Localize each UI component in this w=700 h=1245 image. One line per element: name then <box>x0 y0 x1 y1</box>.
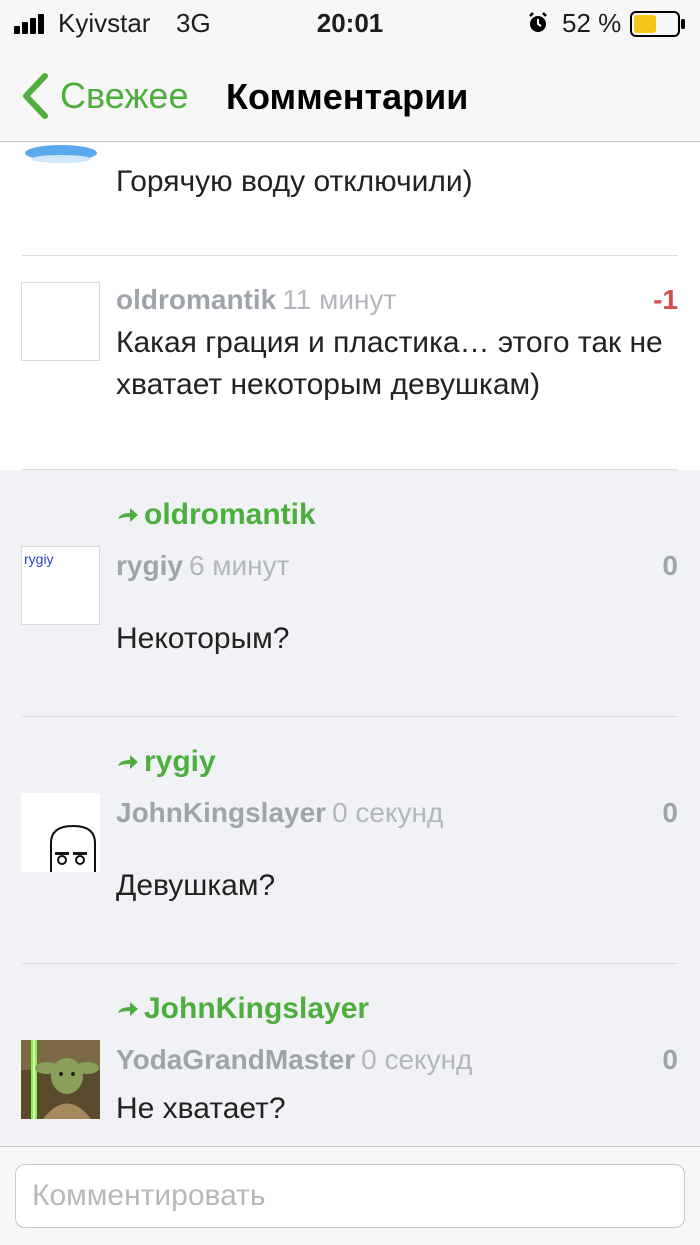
comment-time: 0 секунд <box>361 1044 473 1075</box>
comment-meta: oldromantik 11 минут <box>116 284 396 316</box>
meme-face-avatar-icon[interactable] <box>21 793 100 872</box>
reply-to-link[interactable]: rygiy <box>116 745 216 779</box>
comment-text: Какая грация и пластика… этого так не хв… <box>116 326 663 401</box>
comment-author[interactable]: oldromantik <box>116 284 276 315</box>
comment-item: rygiy JohnKingslayer 0 секунд 0 Девушкам? <box>0 717 700 964</box>
comment-score: 0 <box>662 1044 678 1075</box>
alarm-icon <box>529 12 547 32</box>
comment-time: 0 секунд <box>332 797 444 828</box>
comment-author[interactable]: rygiy <box>116 550 183 581</box>
comment-score: 0 <box>662 797 678 828</box>
comment-meta: rygiy 6 минут <box>116 550 289 582</box>
reply-arrow-icon <box>118 1002 138 1016</box>
comment-score: 0 <box>662 550 678 581</box>
comment-meta: YodaGrandMaster 0 секунд <box>116 1044 472 1076</box>
page-title: Комментарии <box>226 76 469 117</box>
battery-percentage: 52 % <box>562 8 622 38</box>
comment-score: -1 <box>653 284 678 315</box>
comment-item: oldromantik rygiy rygiy 6 минут 0 Некотор… <box>0 470 700 717</box>
comment-meta: JohnKingslayer 0 секунд <box>116 797 443 829</box>
reply-to-link[interactable]: oldromantik <box>116 498 316 532</box>
avatar[interactable] <box>21 282 100 361</box>
comment-input[interactable] <box>15 1164 685 1228</box>
comment-text: Некоторым? <box>116 622 290 655</box>
avatar-text: rygiy <box>24 551 54 567</box>
comment-time: 11 минут <box>282 284 397 315</box>
reply-to-link[interactable]: JohnKingslayer <box>116 992 369 1026</box>
comment-author[interactable]: YodaGrandMaster <box>116 1044 355 1075</box>
back-button[interactable]: Свежее <box>20 68 188 124</box>
comment-author[interactable]: JohnKingslayer <box>116 797 326 828</box>
comment-text: Девушкам? <box>116 869 276 902</box>
chevron-left-icon <box>23 73 48 119</box>
comment-item: JohnKingslayer YodaGrandMaster 0 секунд 0… <box>0 964 700 1146</box>
reply-to-name: JohnKingslayer <box>144 992 370 1025</box>
status-bar: Kyivstar 3G 20:01 52 % <box>0 0 700 50</box>
comment-time: 6 минут <box>188 550 290 581</box>
reply-arrow-icon <box>118 755 138 769</box>
comment-composer <box>0 1146 700 1245</box>
reply-arrow-icon <box>118 508 138 522</box>
battery-icon <box>630 11 685 37</box>
comment-text: Не хватает? <box>116 1092 286 1125</box>
comment-item: oldromantik 11 минут -1 Какая грация и пл… <box>0 256 700 470</box>
reply-to-name: rygiy <box>144 745 216 778</box>
comments-list[interactable]: Горячую воду отключили) oldromantik 11 ми… <box>0 143 700 1146</box>
avatar[interactable]: rygiy <box>21 546 100 625</box>
cloud-avatar-icon[interactable] <box>21 143 100 169</box>
comment-item: Горячую воду отключили) <box>0 143 700 256</box>
yoda-avatar-icon[interactable] <box>21 1040 100 1119</box>
comment-text: Горячую воду отключили) <box>116 165 473 198</box>
reply-to-name: oldromantik <box>144 498 316 531</box>
back-button-label: Свежее <box>60 75 189 116</box>
navigation-bar: Свежее Комментарии <box>0 50 700 142</box>
